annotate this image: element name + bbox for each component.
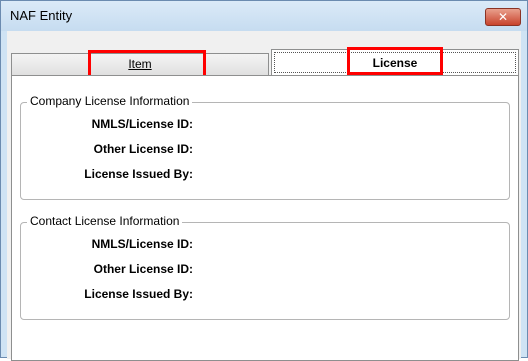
- company-license-group: Company License Information NMLS/License…: [20, 94, 510, 200]
- contact-other-license-id-label: Other License ID:: [93, 262, 193, 276]
- close-button[interactable]: ✕: [485, 8, 521, 26]
- contact-nmls-license-id-label: NMLS/License ID:: [91, 237, 193, 251]
- license-tab-panel: Company License Information NMLS/License…: [11, 75, 519, 361]
- naf-entity-window: NAF Entity ✕ Item License Company Licens…: [0, 0, 528, 361]
- contact-license-group: Contact License Information NMLS/License…: [20, 214, 510, 320]
- company-license-issued-by-label: License Issued By:: [84, 167, 193, 181]
- close-icon: ✕: [497, 10, 509, 24]
- dialog-client-area: Item License Company License Information…: [7, 31, 521, 361]
- title-bar[interactable]: NAF Entity ✕: [1, 1, 527, 31]
- company-nmls-license-id-label: NMLS/License ID:: [91, 117, 193, 131]
- company-license-group-title: Company License Information: [27, 94, 193, 108]
- license-tab-highlight-box: [347, 47, 443, 75]
- window-title: NAF Entity: [10, 8, 73, 23]
- contact-license-issued-by-label: License Issued By:: [84, 287, 193, 301]
- contact-license-group-title: Contact License Information: [27, 214, 183, 228]
- company-other-license-id-label: Other License ID:: [93, 142, 193, 156]
